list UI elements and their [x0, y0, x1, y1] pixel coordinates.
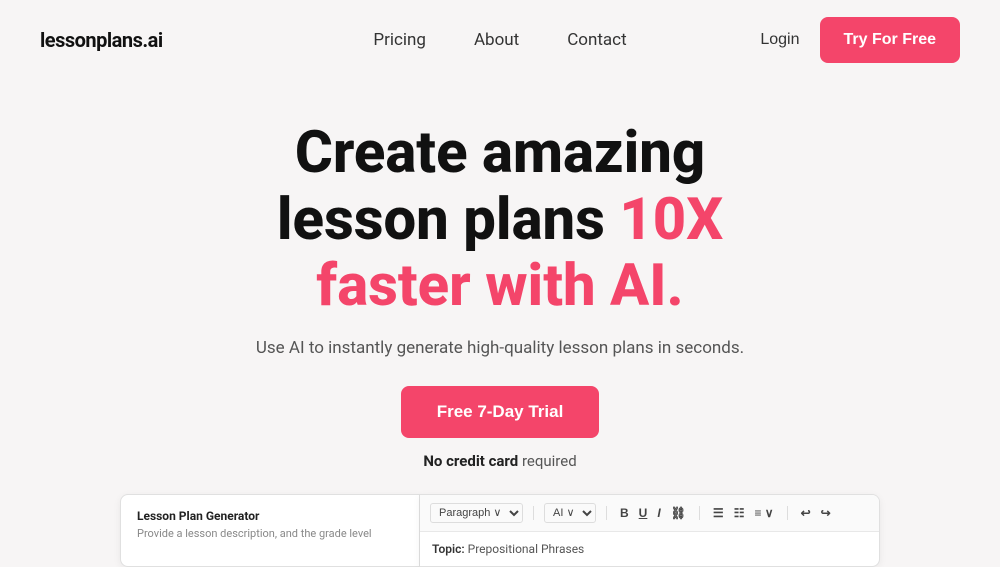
nav-link-pricing[interactable]: Pricing — [373, 30, 426, 50]
topic-value: Prepositional Phrases — [468, 542, 585, 556]
toolbar-ai-group: AI ∨ — [544, 503, 596, 523]
underline-button[interactable]: U — [636, 504, 651, 522]
paragraph-select[interactable]: Paragraph ∨ — [430, 503, 523, 523]
hero-title-highlight: 10X — [619, 186, 723, 254]
no-cc-rest: required — [518, 452, 576, 470]
lesson-plan-generator-card: Lesson Plan Generator Provide a lesson d… — [120, 494, 420, 567]
editor-panel: Paragraph ∨ AI ∨ B U I ⛓ ☰ ☷ ≡ ∨ — [420, 494, 880, 567]
toolbar-sep-3 — [699, 506, 700, 520]
toolbar-sep-4 — [787, 506, 788, 520]
hero-subtitle: Use AI to instantly generate high-qualit… — [256, 338, 744, 358]
logo-text: lessonplans.ai — [40, 28, 163, 52]
topic-label: Topic: — [432, 542, 465, 556]
generator-card-title: Lesson Plan Generator — [137, 509, 403, 523]
hero-title: Create amazing lesson plans 10X faster w… — [277, 120, 723, 320]
editor-toolbar: Paragraph ∨ AI ∨ B U I ⛓ ☰ ☷ ≡ ∨ — [420, 495, 879, 532]
nav-link-contact[interactable]: Contact — [567, 30, 626, 50]
undo-button[interactable]: ↩ — [798, 504, 814, 522]
hero-title-line2: lesson plans — [277, 186, 619, 254]
bullet-list-button[interactable]: ☰ — [710, 504, 727, 522]
bold-button[interactable]: B — [617, 504, 632, 522]
link-button[interactable]: ⛓ — [668, 504, 689, 522]
toolbar-sep-2 — [606, 506, 607, 520]
nav-item-contact[interactable]: Contact — [567, 30, 626, 50]
toolbar-sep-1 — [533, 506, 534, 520]
try-free-button[interactable]: Try For Free — [820, 17, 960, 63]
no-credit-card-text: No credit card required — [423, 452, 576, 470]
toolbar-history-group: ↩ ↪ — [798, 504, 834, 522]
generator-card-subtitle: Provide a lesson description, and the gr… — [137, 527, 403, 540]
toolbar-list-group: ☰ ☷ ≡ ∨ — [710, 504, 777, 522]
nav-right: Login Try For Free — [760, 17, 960, 63]
trial-button[interactable]: Free 7-Day Trial — [401, 386, 600, 438]
italic-button[interactable]: I — [654, 504, 663, 522]
editor-content: Topic: Prepositional Phrases — [420, 532, 879, 566]
toolbar-paragraph-group: Paragraph ∨ — [430, 503, 523, 523]
preview-area: Lesson Plan Generator Provide a lesson d… — [0, 494, 1000, 567]
ai-select[interactable]: AI ∨ — [544, 503, 596, 523]
nav-link-about[interactable]: About — [474, 30, 519, 50]
redo-button[interactable]: ↪ — [818, 504, 834, 522]
hero-title-line1: Create amazing — [295, 119, 705, 187]
navbar: lessonplans.ai Pricing About Contact Log… — [0, 0, 1000, 80]
nav-item-pricing[interactable]: Pricing — [373, 30, 426, 50]
hero-section: Create amazing lesson plans 10X faster w… — [0, 80, 1000, 470]
nav-item-about[interactable]: About — [474, 30, 519, 50]
hero-title-line3: faster with AI. — [316, 252, 683, 320]
indent-button[interactable]: ≡ ∨ — [751, 504, 776, 522]
toolbar-format-group: B U I ⛓ — [617, 504, 689, 522]
login-button[interactable]: Login — [760, 31, 799, 49]
logo: lessonplans.ai — [40, 28, 163, 52]
no-cc-bold: No credit card — [423, 452, 518, 470]
topic-line: Topic: Prepositional Phrases — [432, 542, 867, 556]
ordered-list-button[interactable]: ☷ — [731, 504, 748, 522]
nav-links: Pricing About Contact — [373, 30, 626, 50]
